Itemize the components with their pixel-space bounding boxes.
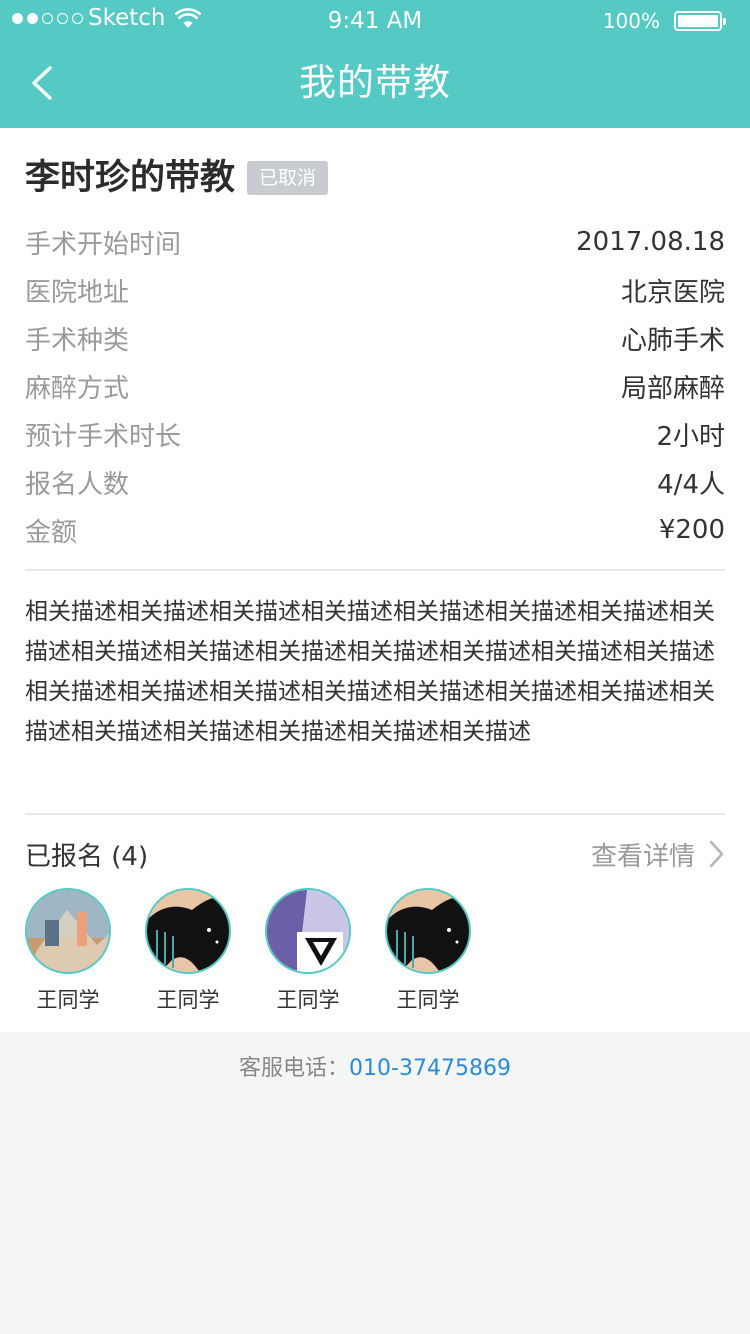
customer-service-label: 客服电话： [239,1056,350,1081]
info-value: 4/4人 [657,469,725,500]
customer-service-phone-link[interactable]: 010-37475869 [349,1056,511,1081]
avatar [265,888,351,974]
student-list: 王同学 王同学 王同学 王同学 [25,888,471,1014]
info-row-duration: 预计手术时长 2小时 [25,410,725,458]
student-item[interactable]: 王同学 [25,888,111,1014]
info-value: 心肺手术 [620,325,725,356]
student-name: 王同学 [36,988,100,1012]
signed-section-header: 已报名 (4) 查看详情 [25,832,725,876]
info-row-start-time: 手术开始时间 2017.08.18 [25,218,725,266]
info-list: 手术开始时间 2017.08.18 医院地址 北京医院 手术种类 心肺手术 麻醉… [25,218,725,554]
info-value: ¥200 [658,515,725,545]
student-name: 王同学 [396,988,460,1012]
top-bar: Sketch 9:41 AM 100% 我的带教 [0,0,750,128]
info-label: 预计手术时长 [25,421,182,452]
divider [25,813,725,815]
avatar [25,888,111,974]
status-bar: Sketch 9:41 AM 100% [0,0,750,40]
student-name: 王同学 [156,988,220,1012]
battery-percent: 100% [602,9,660,33]
info-row-hospital: 医院地址 北京医院 [25,266,725,314]
course-header: 李时珍的带教 已取消 [25,156,329,200]
customer-service: 客服电话：010-37475869 [0,1050,750,1082]
signed-count-label: 已报名 (4) [25,841,149,872]
info-value: 局部麻醉 [620,373,725,404]
info-label: 麻醉方式 [25,373,130,404]
info-label: 金额 [25,517,78,548]
info-row-surgery-type: 手术种类 心肺手术 [25,314,725,362]
info-row-amount: 金额 ¥200 [25,506,725,554]
course-title: 李时珍的带教 [25,158,236,198]
info-row-enrollment: 报名人数 4/4人 [25,458,725,506]
info-label: 报名人数 [25,469,130,500]
course-description: 相关描述相关描述相关描述相关描述相关描述相关描述相关描述相关描述相关描述相关描述… [25,599,715,745]
battery-icon [674,11,726,31]
info-row-anesthesia: 麻醉方式 局部麻醉 [25,362,725,410]
chevron-right-icon [709,840,724,868]
info-label: 手术开始时间 [25,229,182,260]
student-name: 王同学 [276,988,340,1012]
info-label: 医院地址 [25,277,130,308]
student-item[interactable]: 王同学 [145,888,231,1014]
view-details-label: 查看详情 [590,841,695,872]
page-title: 我的带教 [299,61,451,104]
info-label: 手术种类 [25,325,130,356]
status-badge: 已取消 [247,161,329,195]
avatar [385,888,471,974]
info-value: 2017.08.18 [576,227,725,257]
avatar [145,888,231,974]
info-value: 北京医院 [620,277,725,308]
info-value: 2小时 [656,421,725,452]
divider [25,569,725,571]
view-details-link[interactable]: 查看详情 [591,836,725,873]
course-detail-card: 李时珍的带教 已取消 手术开始时间 2017.08.18 医院地址 北京医院 手… [0,128,750,1032]
student-item[interactable]: 王同学 [265,888,351,1014]
student-item[interactable]: 王同学 [385,888,471,1014]
